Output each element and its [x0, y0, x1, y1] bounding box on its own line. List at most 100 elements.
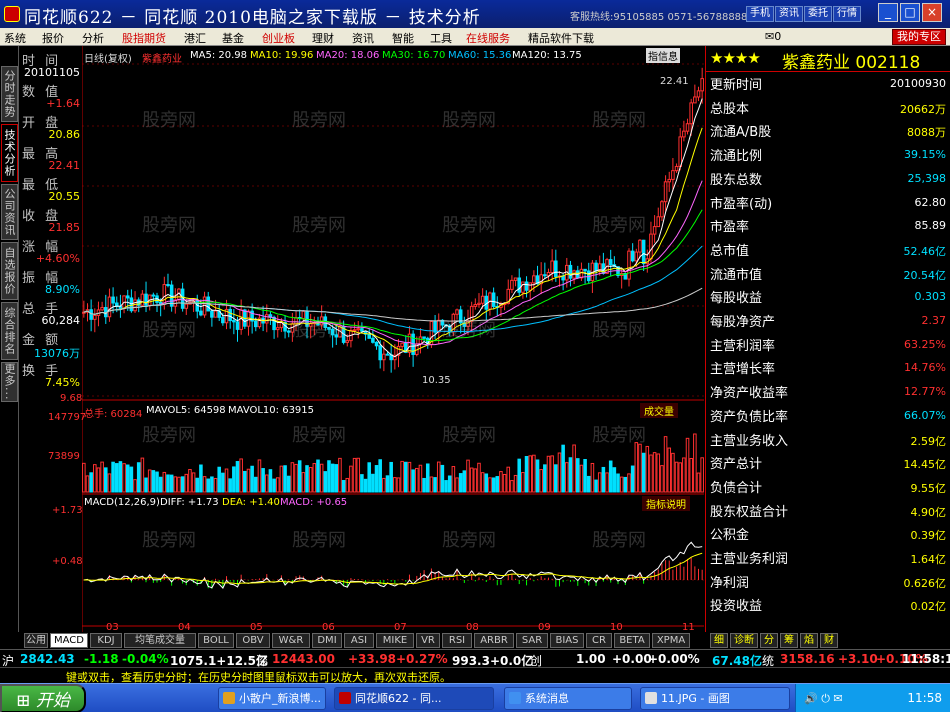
- tray-icons[interactable]: 🔊 ⏻ ✉: [804, 692, 843, 706]
- fund-value-20: 1.64亿: [910, 553, 947, 566]
- candle-body: [660, 201, 664, 218]
- right-tab-0[interactable]: 细: [710, 633, 728, 648]
- close-icon[interactable]: ×: [922, 3, 942, 22]
- right-tab-5[interactable]: 财: [820, 633, 838, 648]
- indicator-tab-12[interactable]: ARBR: [474, 633, 514, 648]
- indicator-tab-7[interactable]: DMI: [312, 633, 342, 648]
- candle-body: [367, 333, 371, 339]
- taskbar-task-3[interactable]: 11.JPG - 画图: [640, 687, 790, 710]
- menu-tools[interactable]: 工具: [430, 30, 452, 46]
- maximize-icon[interactable]: □: [900, 3, 920, 22]
- minimize-icon[interactable]: _: [878, 3, 898, 22]
- indicator-tab-8[interactable]: ASI: [344, 633, 374, 648]
- indicator-tab-3[interactable]: 均笔成交量: [124, 633, 196, 648]
- left-tab-0[interactable]: 分时走势: [1, 66, 18, 122]
- candle-body: [264, 314, 269, 324]
- volume-indicator-tab[interactable]: 成交量: [640, 403, 678, 418]
- menu-hk[interactable]: 港汇: [184, 30, 206, 46]
- indicator-tab-15[interactable]: CR: [586, 633, 612, 648]
- fund-value-3: 39.15%: [904, 148, 946, 162]
- indicator-tab-14[interactable]: BIAS: [550, 633, 584, 648]
- indicator-tab-11[interactable]: RSI: [442, 633, 472, 648]
- menu-smart[interactable]: 智能: [392, 30, 414, 46]
- macd-axis-top: +1.73: [52, 505, 83, 516]
- fund-label-8: 流通市值: [710, 267, 763, 283]
- watermark-text: 股旁网: [142, 215, 196, 236]
- candle-body: [125, 295, 130, 299]
- indicator-tab-0[interactable]: 公用: [24, 633, 48, 648]
- windows-logo-icon: ⊞: [16, 691, 31, 711]
- menu-gem[interactable]: 创业板: [262, 30, 295, 46]
- volume-bar: [104, 467, 108, 493]
- volume-bar: [480, 472, 485, 493]
- trade-button[interactable]: 委托: [804, 6, 832, 22]
- mail-count: 0: [774, 30, 782, 43]
- volume-bar: [451, 466, 456, 493]
- right-tab-4[interactable]: 焰: [800, 633, 818, 648]
- volume-bar: [129, 466, 134, 493]
- watermark-text: 股旁网: [142, 530, 196, 551]
- volume-axis-mid: 73899: [48, 451, 80, 462]
- low-price-label: 10.35: [422, 375, 451, 386]
- taskbar-task-2[interactable]: 系统消息: [504, 687, 632, 710]
- volume-bar: [122, 463, 126, 493]
- volume-bar: [685, 437, 690, 493]
- taskbar-task-0[interactable]: 小散户_新浪博...: [218, 687, 326, 710]
- market-button[interactable]: 行情: [833, 6, 861, 22]
- chart-info-button[interactable]: 指信息: [646, 48, 680, 63]
- candle-body: [517, 277, 522, 293]
- menu-online-service[interactable]: 在线服务: [466, 30, 510, 46]
- left-tab-4[interactable]: 综合排名: [1, 302, 18, 360]
- indicator-tab-6[interactable]: W&R: [272, 633, 310, 648]
- indicator-tab-4[interactable]: BOLL: [198, 633, 234, 648]
- menu-system[interactable]: 系统: [4, 30, 26, 46]
- mail-indicator[interactable]: ✉0: [765, 30, 781, 43]
- volume-bar: [455, 477, 459, 493]
- menu-software-download[interactable]: 精品软件下载: [528, 30, 594, 46]
- right-tab-3[interactable]: 筹: [780, 633, 798, 648]
- my-zone-button[interactable]: 我的专区: [892, 29, 946, 45]
- macd-dea-line: [83, 552, 703, 585]
- left-tab-2[interactable]: 公司资讯: [1, 184, 18, 240]
- macd-bar-value: MACD: +0.65: [280, 497, 348, 508]
- left-tab-3[interactable]: 自选报价: [1, 242, 18, 300]
- indicator-tab-1[interactable]: MACD: [50, 633, 88, 648]
- indicator-tab-16[interactable]: BETA: [614, 633, 650, 648]
- indicator-tab-9[interactable]: MIKE: [376, 633, 414, 648]
- menu-info[interactable]: 资讯: [352, 30, 374, 46]
- menu-fund[interactable]: 基金: [222, 30, 244, 46]
- volume-bar: [228, 478, 232, 493]
- indicator-tab-2[interactable]: KDJ: [90, 633, 122, 648]
- menu-finance[interactable]: 理财: [312, 30, 334, 46]
- ticker-item-13: +0.00%: [648, 652, 700, 666]
- indicator-tab-17[interactable]: XPMA: [652, 633, 690, 648]
- left-tab-1[interactable]: 技术分析: [1, 124, 18, 182]
- volume-bar: [213, 477, 218, 493]
- indicator-help-tab[interactable]: 指标说明: [642, 496, 690, 511]
- candle-body: [700, 78, 704, 92]
- indicator-tab-5[interactable]: OBV: [236, 633, 270, 648]
- month-label: 04: [178, 622, 191, 632]
- fund-value-12: 14.76%: [904, 361, 946, 375]
- menu-index-futures[interactable]: 股指期货: [122, 30, 166, 46]
- right-tab-2[interactable]: 分: [760, 633, 778, 648]
- technical-chart[interactable]: 03 04 05 06 07 08 09 10 11 股旁网 股旁网 股旁网 股旁网 股旁网 股旁网 股旁网股…: [48, 46, 704, 632]
- candle-body: [133, 299, 137, 312]
- watermark-text: 股旁网: [292, 425, 346, 446]
- indicator-tab-13[interactable]: SAR: [516, 633, 548, 648]
- news-button[interactable]: 资讯: [775, 6, 803, 22]
- mobile-button[interactable]: 手机: [746, 6, 774, 22]
- right-tab-1[interactable]: 诊断: [730, 633, 758, 648]
- left-tab-5[interactable]: 更多...: [1, 362, 18, 402]
- indicator-tab-10[interactable]: VR: [416, 633, 440, 648]
- volume-bar: [682, 457, 686, 493]
- menu-quote[interactable]: 报价: [42, 30, 64, 46]
- candle-body: [228, 308, 232, 322]
- quote-value-0: 20101105: [24, 66, 80, 79]
- taskbar-task-1[interactable]: 同花顺622 - 同...: [334, 687, 494, 710]
- start-button[interactable]: ⊞ 开始: [0, 684, 86, 712]
- fund-value-15: 2.59亿: [910, 434, 947, 448]
- volume-bar: [250, 465, 254, 493]
- candle-body: [371, 337, 375, 343]
- menu-analysis[interactable]: 分析: [82, 30, 104, 46]
